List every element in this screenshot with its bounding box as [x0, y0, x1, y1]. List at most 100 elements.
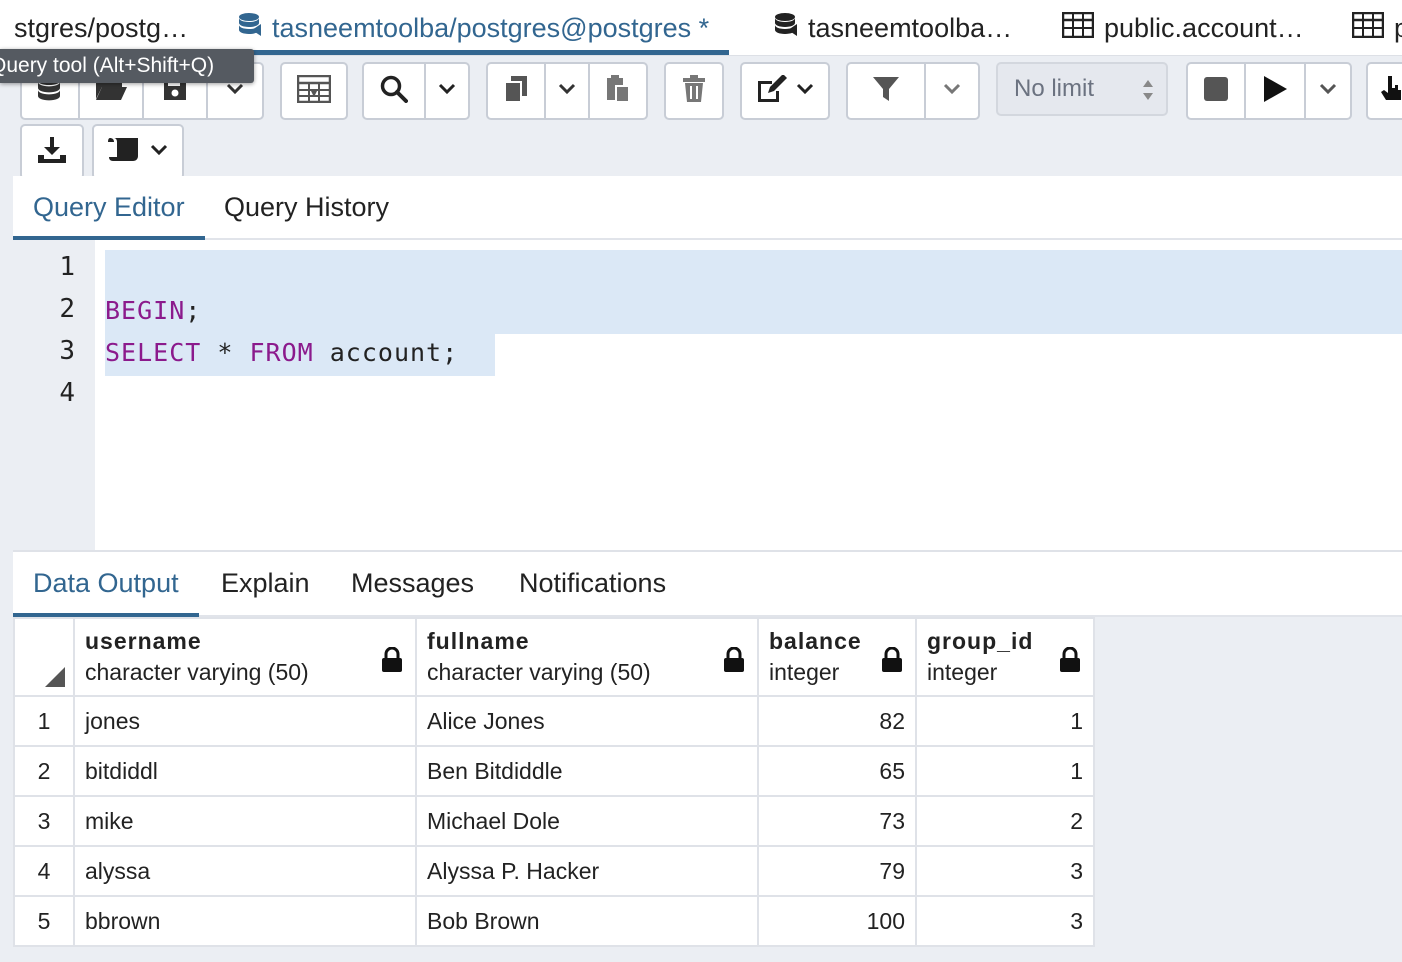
cell-username[interactable]: bbrown	[73, 895, 417, 947]
tab-label: p	[1394, 12, 1402, 43]
tab-explain[interactable]: Explain	[221, 552, 310, 615]
macros-menu-button[interactable]	[92, 124, 184, 180]
execute-button[interactable]	[1246, 64, 1306, 118]
cell-balance[interactable]: 100	[757, 895, 917, 947]
cell-balance[interactable]: 82	[757, 695, 917, 747]
cell-fullname[interactable]: Alyssa P. Hacker	[415, 845, 759, 897]
database-icon	[774, 12, 798, 45]
filter-dropdown-button[interactable]	[926, 64, 978, 118]
cell-group-id[interactable]: 1	[915, 695, 1095, 747]
tab-label: Data Output	[33, 568, 179, 598]
select-all-corner[interactable]	[13, 617, 75, 697]
cell-group-id[interactable]: 1	[915, 745, 1095, 797]
cell-fullname[interactable]: Ben Bitdiddle	[415, 745, 759, 797]
table-icon	[1061, 11, 1095, 45]
cell-balance[interactable]: 79	[757, 845, 917, 897]
tab-postgres-1[interactable]: stgres/postg…	[14, 0, 188, 56]
sql-editor[interactable]: 1 2 3 4 BEGIN; SELECT * FROM account;	[13, 240, 1402, 550]
tab-data-output[interactable]: Data Output	[13, 552, 199, 617]
stop-button[interactable]	[1188, 64, 1246, 118]
copy-button[interactable]	[488, 64, 546, 118]
cell-username[interactable]: alyssa	[73, 845, 417, 897]
trash-icon	[682, 74, 706, 108]
table-row[interactable]: 2 bitdiddl Ben Bitdiddle 65 1	[13, 745, 1095, 797]
cell-fullname[interactable]: Michael Dole	[415, 795, 759, 847]
cell-username[interactable]: bitdiddl	[73, 745, 417, 797]
line-number: 4	[59, 378, 75, 408]
pgadmin-query-tool: { "tabs": [ {"label": "stgres/postg…", "…	[0, 0, 1402, 962]
tab-query-tool-2[interactable]: tasneemtoolba…	[774, 0, 1012, 56]
table-row[interactable]: 4 alyssa Alyssa P. Hacker 79 3	[13, 845, 1095, 897]
cell-fullname[interactable]: Alice Jones	[415, 695, 759, 747]
results-table: username character varying (50) fullname…	[13, 617, 1095, 947]
column-type: character varying (50)	[85, 659, 309, 685]
table-row[interactable]: 5 bbrown Bob Brown 100 3	[13, 895, 1095, 947]
execute-dropdown-button[interactable]	[1306, 64, 1350, 118]
cell-username[interactable]: mike	[73, 795, 417, 847]
select-arrows-icon	[1142, 78, 1154, 109]
chevron-down-icon	[943, 82, 961, 100]
copy-dropdown-button[interactable]	[546, 64, 590, 118]
row-number[interactable]: 4	[13, 845, 75, 897]
stop-icon	[1203, 76, 1229, 107]
cell-group-id[interactable]: 3	[915, 895, 1095, 947]
tab-label: Explain	[221, 568, 310, 598]
filter-button[interactable]	[848, 64, 926, 118]
cell-username[interactable]: jones	[73, 695, 417, 747]
copy-icon	[503, 74, 529, 109]
code-text: *	[201, 338, 250, 367]
delete-button[interactable]	[664, 62, 724, 120]
lock-icon	[881, 646, 903, 679]
edit-grid-button[interactable]	[280, 62, 348, 120]
cell-fullname[interactable]: Bob Brown	[415, 895, 759, 947]
lock-icon	[381, 646, 403, 679]
row-limit-select[interactable]: No limit	[996, 62, 1168, 116]
tab-query-editor[interactable]: Query Editor	[13, 176, 205, 240]
explain-button[interactable]	[1366, 62, 1402, 120]
filter-icon	[872, 75, 900, 108]
filter-button-group	[846, 62, 980, 120]
corner-triangle-icon	[45, 667, 65, 687]
find-button[interactable]	[364, 64, 426, 118]
download-button[interactable]	[20, 124, 84, 180]
row-number[interactable]: 2	[13, 745, 75, 797]
cell-balance[interactable]: 65	[757, 745, 917, 797]
cell-group-id[interactable]: 2	[915, 795, 1095, 847]
tab-notifications[interactable]: Notifications	[519, 552, 666, 615]
tab-label: tasneemtoolba/postgres@postgres *	[272, 12, 710, 43]
edit-menu-button[interactable]	[740, 62, 830, 120]
tab-messages[interactable]: Messages	[351, 552, 474, 615]
column-header-username[interactable]: username character varying (50)	[73, 617, 417, 697]
table-icon	[1351, 11, 1385, 45]
column-header-group-id[interactable]: group_id integer	[915, 617, 1095, 697]
line-number: 3	[59, 336, 75, 366]
pencil-square-icon	[756, 73, 788, 108]
tab-label: tasneemtoolba…	[808, 12, 1013, 43]
tab-table-2[interactable]: p	[1351, 0, 1402, 56]
cell-group-id[interactable]: 3	[915, 845, 1095, 897]
search-icon	[380, 75, 408, 108]
column-name: fullname	[427, 628, 530, 654]
row-number[interactable]: 1	[13, 695, 75, 747]
row-number[interactable]: 5	[13, 895, 75, 947]
row-number[interactable]: 3	[13, 795, 75, 847]
tab-query-history[interactable]: Query History	[224, 176, 389, 238]
database-icon	[238, 12, 262, 45]
chevron-down-icon	[1319, 82, 1337, 100]
tab-table-account[interactable]: public.account…	[1061, 0, 1304, 56]
tooltip-text: Query tool (Alt+Shift+Q)	[0, 54, 215, 77]
cell-balance[interactable]: 73	[757, 795, 917, 847]
column-header-fullname[interactable]: fullname character varying (50)	[415, 617, 759, 697]
chevron-down-icon	[796, 82, 814, 100]
sql-keyword: SELECT	[105, 338, 202, 367]
tab-query-tool-active[interactable]: tasneemtoolba/postgres@postgres *	[226, 0, 730, 56]
tab-bar: stgres/postg… tasneemtoolba/postgres@pos…	[0, 0, 1402, 56]
line-number: 1	[59, 252, 75, 282]
column-header-balance[interactable]: balance integer	[757, 617, 917, 697]
paste-button[interactable]	[590, 64, 646, 118]
table-row[interactable]: 1 jones Alice Jones 82 1	[13, 695, 1095, 747]
find-dropdown-button[interactable]	[426, 64, 468, 118]
table-row[interactable]: 3 mike Michael Dole 73 2	[13, 795, 1095, 847]
output-tabs: Data Output Explain Messages Notificatio…	[13, 552, 1402, 617]
hand-pointer-icon	[1380, 74, 1402, 109]
